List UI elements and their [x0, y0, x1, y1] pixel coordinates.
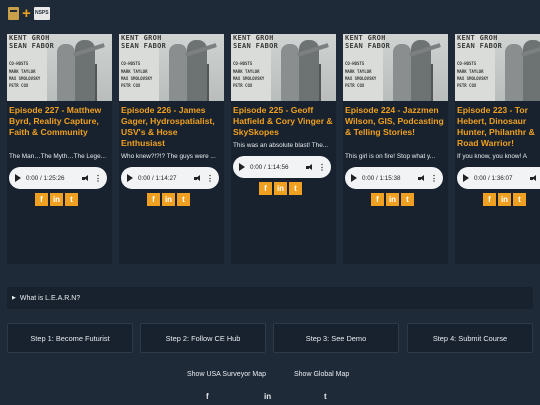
volume-icon[interactable] [82, 174, 89, 182]
linkedin-icon[interactable]: in [264, 392, 271, 401]
more-options-icon[interactable]: ⋮ [318, 163, 326, 172]
episode-card[interactable]: KENT GROH SEAN FABOR CO-HOSTS MARK TAYLO… [119, 34, 224, 264]
episode-description: This was an absolute blast! The... [233, 142, 329, 149]
header-logos: + NSPS [8, 5, 50, 22]
audio-player[interactable]: 0:00 / 1:14:56 ⋮ [233, 156, 331, 178]
linkedin-icon[interactable]: in [50, 193, 63, 206]
episode-thumbnail[interactable]: KENT GROH SEAN FABOR CO-HOSTS MARK TAYLO… [343, 34, 448, 101]
thumbnail-host2: SEAN FABOR [345, 42, 391, 50]
twitter-icon[interactable]: t [513, 193, 526, 206]
plus-icon: + [22, 5, 31, 22]
more-options-icon[interactable]: ⋮ [206, 174, 214, 183]
audio-player[interactable]: 0:00 / 1:14:27 ⋮ [121, 167, 219, 189]
play-icon[interactable] [15, 174, 21, 182]
thumbnail-host1: KENT GROH [121, 34, 162, 42]
audio-time: 0:00 / 1:14:56 [250, 163, 289, 171]
episode-card[interactable]: KENT GROH SEAN FABOR CO-HOSTS MARK TAYLO… [455, 34, 540, 264]
volume-icon[interactable] [530, 174, 537, 182]
episode-social-bar: f in t [343, 189, 448, 206]
episode-title[interactable]: Episode 225 - Geoff Hatfield & Cory Ving… [231, 101, 336, 141]
expand-arrow-icon: ▶ [12, 295, 16, 301]
episode-description: Who knew?!?!? The guys were ... [121, 153, 216, 160]
thumbnail-host1: KENT GROH [345, 34, 386, 42]
step-4-button[interactable]: Step 4: Submit Course [407, 323, 533, 353]
linkedin-icon[interactable]: in [162, 193, 175, 206]
episode-description: The Man…The Myth…The Lege... [9, 153, 106, 160]
learn-accordion[interactable]: ▶ What is L.E.A.R.N? [7, 287, 533, 309]
episode-card[interactable]: KENT GROH SEAN FABOR CO-HOSTS MARK TAYLO… [343, 34, 448, 264]
linkedin-icon[interactable]: in [498, 193, 511, 206]
audio-time: 0:00 / 1:25:26 [26, 174, 65, 182]
usa-surveyor-map-link[interactable]: Show USA Surveyor Map [187, 371, 266, 378]
thumbnail-host1: KENT GROH [233, 34, 274, 42]
play-icon[interactable] [351, 174, 357, 182]
play-icon[interactable] [463, 174, 469, 182]
fe-logo[interactable] [8, 7, 19, 20]
play-icon[interactable] [127, 174, 133, 182]
episode-thumbnail[interactable]: KENT GROH SEAN FABOR CO-HOSTS MARK TAYLO… [231, 34, 336, 101]
episode-social-bar: f in t [231, 178, 336, 195]
episode-card[interactable]: KENT GROH SEAN FABOR CO-HOSTS MARK TAYLO… [231, 34, 336, 264]
steps-row: Step 1: Become Futurist Step 2: Follow C… [7, 323, 533, 353]
nsps-logo[interactable]: NSPS [33, 7, 50, 20]
episode-title[interactable]: Episode 224 - Jazzmen Wilson, GIS, Podca… [343, 101, 448, 152]
facebook-icon[interactable]: f [147, 193, 160, 206]
audio-player[interactable]: 0:00 / 1:36:07 ⋮ [457, 167, 540, 189]
volume-icon[interactable] [306, 163, 313, 171]
more-options-icon[interactable]: ⋮ [94, 174, 102, 183]
facebook-icon[interactable]: f [483, 193, 496, 206]
thumbnail-host2: SEAN FABOR [9, 42, 55, 50]
facebook-icon[interactable]: f [35, 193, 48, 206]
episode-title[interactable]: Episode 226 - James Gager, Hydrospatiali… [119, 101, 224, 152]
thumbnail-host1: KENT GROH [457, 34, 498, 42]
facebook-icon[interactable]: f [206, 392, 209, 401]
episode-thumbnail[interactable]: KENT GROH SEAN FABOR CO-HOSTS MARK TAYLO… [119, 34, 224, 101]
twitter-icon[interactable]: t [401, 193, 414, 206]
thumbnail-host2: SEAN FABOR [233, 42, 279, 50]
twitter-icon[interactable]: t [177, 193, 190, 206]
play-icon[interactable] [239, 163, 245, 171]
audio-player[interactable]: 0:00 / 1:15:38 ⋮ [345, 167, 443, 189]
volume-icon[interactable] [194, 174, 201, 182]
episode-carousel: KENT GROH SEAN FABOR CO-HOSTS MARK TAYLO… [7, 34, 540, 264]
learn-accordion-label: What is L.E.A.R.N? [19, 294, 81, 302]
linkedin-icon[interactable]: in [386, 193, 399, 206]
audio-time: 0:00 / 1:14:27 [138, 174, 177, 182]
thumbnail-host1: KENT GROH [9, 34, 50, 42]
step-1-button[interactable]: Step 1: Become Futurist [7, 323, 133, 353]
step-3-button[interactable]: Step 3: See Demo [273, 323, 399, 353]
twitter-icon[interactable]: t [289, 182, 302, 195]
episode-thumbnail[interactable]: KENT GROH SEAN FABOR CO-HOSTS MARK TAYLO… [455, 34, 540, 101]
episode-title[interactable]: Episode 223 - Tor Hebert, Dinosaur Hunte… [455, 101, 540, 152]
audio-time: 0:00 / 1:36:07 [474, 174, 513, 182]
episode-thumbnail[interactable]: KENT GROH SEAN FABOR CO-HOSTS MARK TAYLO… [7, 34, 112, 101]
episode-description: This girl is on fire! Stop what y... [345, 153, 436, 160]
facebook-icon[interactable]: f [259, 182, 272, 195]
twitter-icon[interactable]: t [324, 392, 327, 401]
episode-card[interactable]: KENT GROH SEAN FABOR CO-HOSTS MARK TAYLO… [7, 34, 112, 264]
twitter-icon[interactable]: t [65, 193, 78, 206]
global-map-link[interactable]: Show Global Map [294, 371, 349, 378]
episode-social-bar: f in t [7, 189, 112, 206]
thumbnail-host2: SEAN FABOR [457, 42, 503, 50]
episode-social-bar: f in t [455, 189, 540, 206]
episode-description: If you know, you know! A [457, 153, 527, 160]
more-options-icon[interactable]: ⋮ [430, 174, 438, 183]
episode-title[interactable]: Episode 227 - Matthew Byrd, Reality Capt… [7, 101, 112, 152]
facebook-icon[interactable]: f [371, 193, 384, 206]
linkedin-icon[interactable]: in [274, 182, 287, 195]
audio-player[interactable]: 0:00 / 1:25:26 ⋮ [9, 167, 107, 189]
episode-social-bar: f in t [119, 189, 224, 206]
step-2-button[interactable]: Step 2: Follow CE Hub [140, 323, 266, 353]
volume-icon[interactable] [418, 174, 425, 182]
audio-time: 0:00 / 1:15:38 [362, 174, 401, 182]
thumbnail-host2: SEAN FABOR [121, 42, 167, 50]
